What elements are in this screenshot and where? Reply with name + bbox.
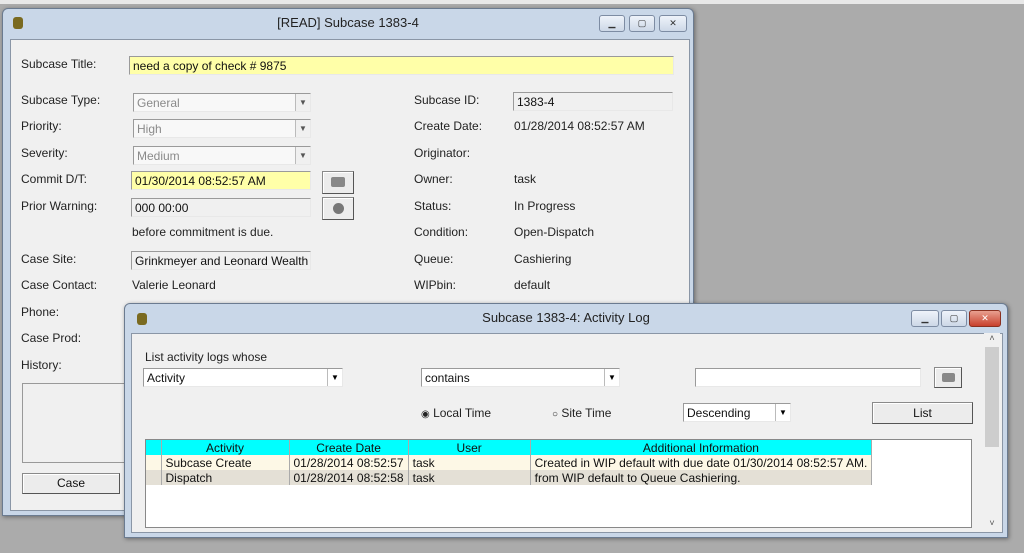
close-button[interactable]: ✕ [659,15,687,32]
chevron-down-icon: ▼ [775,404,790,421]
column-header-activity[interactable]: Activity [161,440,290,455]
row-header [146,455,162,470]
case-site-input[interactable]: Grinkmeyer and Leonard Wealth [131,251,311,270]
field-select[interactable]: Activity ▼ [143,368,343,387]
wipbin-value: default [514,278,551,292]
local-time-radio[interactable]: ◉ Local Time [421,406,491,420]
cell-create-date: 01/28/2014 08:52:57 [289,455,409,470]
priority-select[interactable]: High ▼ [133,119,311,138]
subcase-type-label: Subcase Type: [21,93,101,107]
close-button[interactable]: ✕ [969,310,1001,327]
chevron-down-icon: ▼ [295,147,310,164]
condition-value: Open-Dispatch [514,225,595,239]
field-select-value: Activity [147,371,186,385]
cell-create-date: 01/28/2014 08:52:58 [289,470,409,485]
local-time-label: Local Time [433,406,492,420]
create-date-value: 01/28/2014 08:52:57 AM [514,119,645,133]
row-header [146,470,162,485]
severity-select[interactable]: Medium ▼ [133,146,311,165]
radio-empty-icon: ○ [552,409,559,420]
case-contact-value: Valerie Leonard [132,278,216,292]
originator-label: Originator: [414,146,471,160]
case-contact-label: Case Contact: [21,278,98,292]
subcase-title-input[interactable]: need a copy of check # 9875 [129,56,674,75]
table-row[interactable]: Subcase Create 01/28/2014 08:52:57 task … [146,455,873,470]
priority-label: Priority: [21,119,62,133]
case-site-label: Case Site: [21,252,77,266]
subcase-type-select[interactable]: General ▼ [133,93,311,112]
case-button[interactable]: Case [22,473,120,494]
scrollbar-thumb[interactable] [985,347,999,447]
background-window-edge [0,0,1024,4]
priority-value: High [137,122,162,136]
owner-value: task [514,172,537,186]
commit-input[interactable]: 01/30/2014 08:52:57 AM [131,171,311,190]
history-label: History: [21,358,62,372]
cell-additional-info: Created in WIP default with due date 01/… [530,455,873,470]
cell-user: task [408,455,531,470]
subcase-id-input[interactable]: 1383-4 [513,92,673,111]
column-header-additional-info[interactable]: Additional Information [530,440,873,455]
status-value: In Progress [514,199,576,213]
sort-value: Descending [687,406,751,420]
filter-value-input[interactable] [695,368,921,387]
column-header-create-date[interactable]: Create Date [289,440,409,455]
chevron-down-icon: ▼ [295,120,310,137]
operator-select-value: contains [425,371,470,385]
calendar-clock-icon [941,373,955,382]
case-prod-label: Case Prod: [21,331,82,345]
before-commitment-text: before commitment is due. [132,225,274,239]
clock-icon [332,203,344,214]
sort-select[interactable]: Descending ▼ [683,403,791,422]
column-header-user[interactable]: User [408,440,531,455]
radio-selected-icon: ◉ [421,409,430,420]
condition-label: Condition: [414,225,469,239]
chevron-down-icon: ▼ [327,369,342,386]
maximize-button[interactable]: ▢ [629,15,655,32]
filter-label: List activity logs whose [145,350,268,364]
scroll-up-icon: ˄ [989,333,995,343]
list-button[interactable]: List [872,402,973,424]
row-header-corner [146,440,162,455]
vertical-scrollbar[interactable]: ˄ ˅ [984,333,1000,530]
table-header: Activity Create Date User Additional Inf… [146,440,873,455]
chevron-down-icon: ▼ [295,94,310,111]
cell-activity: Dispatch [161,470,290,485]
subcase-type-value: General [137,96,180,110]
timer-button[interactable] [322,197,354,220]
site-time-radio[interactable]: ○ Site Time [552,406,611,420]
subcase-id-label: Subcase ID: [414,93,480,107]
subcase-title-label: Subcase Title: [21,57,97,71]
status-label: Status: [414,199,452,213]
table-row[interactable]: Dispatch 01/28/2014 08:52:58 task from W… [146,470,873,485]
severity-value: Medium [137,149,180,163]
cell-additional-info: from WIP default to Queue Cashiering. [530,470,873,485]
chevron-down-icon: ▼ [604,369,619,386]
scroll-down-icon: ˅ [989,518,995,528]
window-title: [READ] Subcase 1383-4 [277,15,419,30]
prior-warning-label: Prior Warning: [21,199,98,213]
activity-table: Activity Create Date User Additional Inf… [145,439,972,528]
create-date-label: Create Date: [414,119,483,133]
phone-label: Phone: [21,305,60,319]
maximize-button[interactable]: ▢ [941,310,967,327]
severity-label: Severity: [21,146,68,160]
operator-select[interactable]: contains ▼ [421,368,620,387]
window-title: Subcase 1383-4: Activity Log [482,310,650,325]
calendar-button[interactable] [934,367,962,388]
calendar-button[interactable] [322,171,354,194]
queue-label: Queue: [414,252,454,266]
site-time-label: Site Time [561,406,612,420]
cell-activity: Subcase Create [161,455,290,470]
queue-value: Cashiering [514,252,572,266]
minimize-button[interactable]: ▁ [911,310,939,327]
commit-label: Commit D/T: [21,172,87,186]
wipbin-label: WIPbin: [414,278,457,292]
cell-user: task [408,470,531,485]
prior-warning-input[interactable]: 000 00:00 [131,198,311,217]
history-box[interactable] [22,383,132,463]
calendar-clock-icon [331,177,345,187]
owner-label: Owner: [414,172,453,186]
minimize-button[interactable]: ▁ [599,15,625,32]
